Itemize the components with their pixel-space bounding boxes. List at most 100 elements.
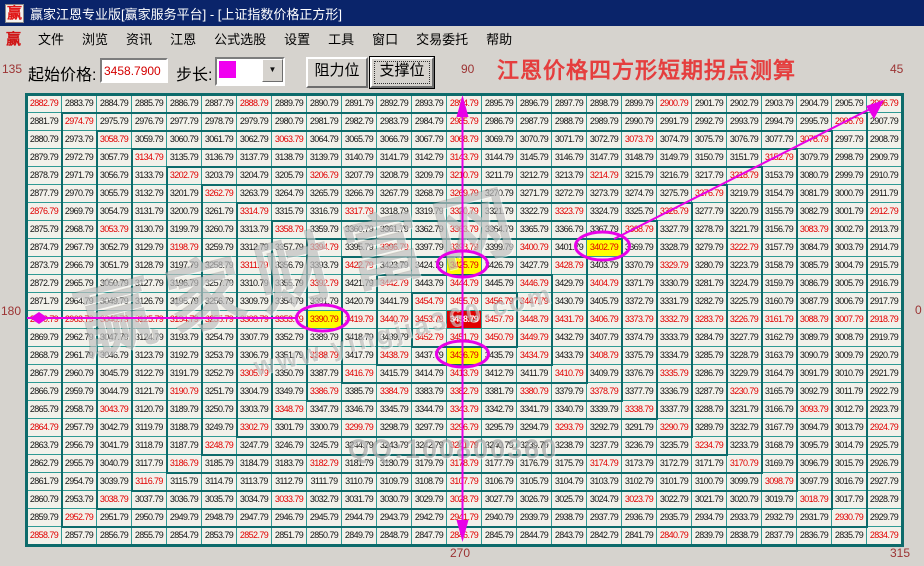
- price-cell: 3296.79: [447, 419, 482, 437]
- price-cell: 2952.79: [62, 509, 97, 527]
- price-cell: 3315.79: [272, 203, 307, 221]
- resistance-button[interactable]: 阻力位: [306, 57, 368, 88]
- menu-item-browse[interactable]: 浏览: [73, 27, 117, 50]
- price-cell: 3260.79: [202, 221, 237, 239]
- center-price-cell: 3458.79: [447, 311, 482, 329]
- price-cell: 2877.79: [27, 185, 62, 203]
- price-cell: 3095.79: [797, 437, 832, 455]
- price-cell: 2910.79: [867, 167, 902, 185]
- price-cell: 3122.79: [132, 365, 167, 383]
- price-cell: 3439.79: [377, 329, 412, 347]
- price-cell: 2934.79: [692, 509, 727, 527]
- price-cell: 3212.79: [517, 167, 552, 185]
- price-cell: 3016.79: [832, 473, 867, 491]
- price-cell: 3032.79: [307, 491, 342, 509]
- price-cell: 3425.79: [447, 257, 482, 275]
- price-cell: 3128.79: [132, 257, 167, 275]
- price-cell: 3035.79: [202, 491, 237, 509]
- price-cell: 3442.79: [377, 275, 412, 293]
- price-cell: 3017.79: [832, 491, 867, 509]
- price-cell: 3294.79: [517, 419, 552, 437]
- price-cell: 2928.79: [867, 491, 902, 509]
- start-price-input[interactable]: [100, 58, 168, 83]
- support-button[interactable]: 支撑位: [369, 56, 435, 89]
- price-cell: 2925.79: [867, 437, 902, 455]
- price-cell: 3343.79: [447, 401, 482, 419]
- price-cell: 3010.79: [832, 365, 867, 383]
- price-cell: 3163.79: [762, 347, 797, 365]
- price-cell: 3291.79: [622, 419, 657, 437]
- app-logo-icon: 赢: [5, 3, 25, 23]
- menu-item-file[interactable]: 文件: [29, 27, 73, 50]
- price-cell: 3385.79: [342, 383, 377, 401]
- price-cell: 3149.79: [657, 149, 692, 167]
- menu-item-tools[interactable]: 工具: [319, 27, 363, 50]
- price-cell: 3188.79: [167, 419, 202, 437]
- price-cell: 2902.79: [727, 95, 762, 113]
- price-cell: 3371.79: [622, 275, 657, 293]
- price-cell: 3246.79: [272, 437, 307, 455]
- price-cell: 3255.79: [202, 311, 237, 329]
- price-cell: 3156.79: [762, 221, 797, 239]
- price-cell: 2870.79: [27, 311, 62, 329]
- price-cell: 3106.79: [482, 473, 517, 491]
- price-cell: 2932.79: [762, 509, 797, 527]
- price-cell: 2978.79: [202, 113, 237, 131]
- price-cell: 3282.79: [692, 293, 727, 311]
- price-cell: 3453.79: [412, 311, 447, 329]
- price-cell: 3367.79: [587, 221, 622, 239]
- menu-item-window[interactable]: 窗口: [363, 27, 407, 50]
- menu-item-help[interactable]: 帮助: [477, 27, 521, 50]
- menu-bar: 赢 文件 浏览 资讯 江恩 公式选股 设置 工具 窗口 交易委托 帮助: [0, 26, 924, 51]
- price-cell: 3363.79: [447, 221, 482, 239]
- price-cell: 2937.79: [587, 509, 622, 527]
- menu-item-settings[interactable]: 设置: [275, 27, 319, 50]
- price-cell: 3316.79: [307, 203, 342, 221]
- price-cell: 3411.79: [517, 365, 552, 383]
- menu-logo-icon: 赢: [6, 30, 22, 48]
- price-cell: 3397.79: [412, 239, 447, 257]
- price-cell: 3182.79: [307, 455, 342, 473]
- price-cell: 3215.79: [622, 167, 657, 185]
- price-cell: 3220.79: [727, 203, 762, 221]
- price-cell: 3157.79: [762, 239, 797, 257]
- price-cell: 3114.79: [202, 473, 237, 491]
- start-price-label: 起始价格:: [28, 67, 97, 84]
- chevron-down-icon[interactable]: ▼: [262, 59, 283, 82]
- price-cell: 2940.79: [482, 509, 517, 527]
- price-cell: 3444.79: [447, 275, 482, 293]
- step-color-select[interactable]: ▼: [215, 57, 285, 86]
- menu-item-trade-order[interactable]: 交易委托: [407, 27, 477, 50]
- price-cell: 3334.79: [657, 347, 692, 365]
- price-cell: 2960.79: [62, 365, 97, 383]
- price-cell: 3080.79: [797, 167, 832, 185]
- price-cell: 3332.79: [657, 311, 692, 329]
- menu-item-formula-stock-pick[interactable]: 公式选股: [205, 27, 275, 50]
- price-cell: 2903.79: [762, 95, 797, 113]
- price-cell: 3174.79: [587, 455, 622, 473]
- price-cell: 3208.79: [377, 167, 412, 185]
- price-cell: 3320.79: [447, 203, 482, 221]
- price-cell: 3223.79: [727, 257, 762, 275]
- price-cell: 3295.79: [482, 419, 517, 437]
- price-cell: 3024.79: [587, 491, 622, 509]
- price-cell: 3452.79: [412, 329, 447, 347]
- price-cell: 3121.79: [132, 383, 167, 401]
- price-cell: 3245.79: [307, 437, 342, 455]
- price-cell: 3420.79: [342, 293, 377, 311]
- price-cell: 2954.79: [62, 473, 97, 491]
- angle-label-135: 135: [2, 62, 23, 76]
- price-cell: 3312.79: [237, 239, 272, 257]
- menu-item-gann[interactable]: 江恩: [161, 27, 205, 50]
- price-cell: 2906.79: [867, 95, 902, 113]
- price-cell: 3184.79: [237, 455, 272, 473]
- menu-item-news[interactable]: 资讯: [117, 27, 161, 50]
- price-cell: 3185.79: [202, 455, 237, 473]
- price-cell: 3151.79: [727, 149, 762, 167]
- price-cell: 3414.79: [412, 365, 447, 383]
- price-cell: 2957.79: [62, 419, 97, 437]
- price-cell: 3336.79: [657, 383, 692, 401]
- price-cell: 3203.79: [202, 167, 237, 185]
- price-cell: 3340.79: [552, 401, 587, 419]
- price-cell: 3293.79: [552, 419, 587, 437]
